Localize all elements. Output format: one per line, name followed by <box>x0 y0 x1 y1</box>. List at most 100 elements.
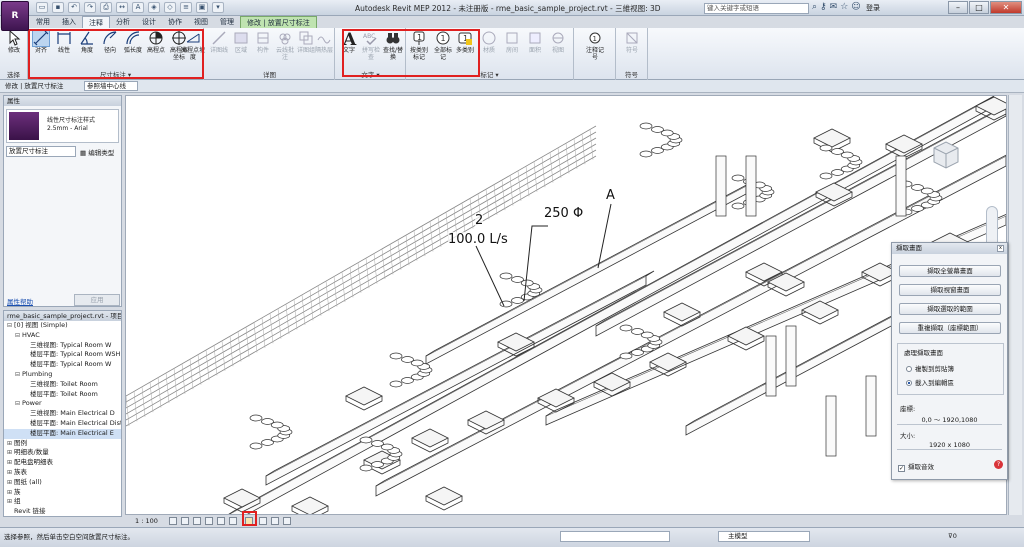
tab-home[interactable]: 常用 <box>30 16 56 28</box>
repeat-capture-button[interactable]: 重複擷取（座標範圍） <box>899 322 1001 334</box>
radio-load-editor[interactable]: 載入到編輯區 <box>906 377 954 387</box>
instance-filter-select[interactable]: 放置尺寸标注 <box>6 146 76 157</box>
tree-item[interactable]: 楼层平面: Toilet Room <box>4 390 121 400</box>
tree-item[interactable]: ⊟ HVAC <box>4 331 121 341</box>
tree-item[interactable]: ⊞ 组 <box>4 497 121 507</box>
tree-item[interactable]: ⊞ 图例 <box>4 439 121 449</box>
design-option-selector[interactable]: 主模型 <box>718 531 810 542</box>
component-button[interactable]: 构件 <box>252 30 274 54</box>
analysis-display-icon[interactable] <box>271 517 279 525</box>
tree-toggle-icon[interactable]: ⊟ <box>15 370 22 380</box>
visual-style-icon[interactable] <box>181 517 189 525</box>
maximize-button[interactable]: □ <box>969 1 989 14</box>
tree-toggle-icon[interactable]: ⊞ <box>7 458 14 468</box>
tree-toggle-icon[interactable]: ⊞ <box>7 497 14 507</box>
communication-icon[interactable]: ✉ <box>830 2 838 13</box>
tree-toggle-icon[interactable]: ⊞ <box>7 439 14 449</box>
tree-item[interactable]: 三维视图: Toilet Room <box>4 380 121 390</box>
close-button[interactable]: ✕ <box>990 1 1022 14</box>
properties-help-link[interactable]: 属性帮助 <box>7 296 33 306</box>
redo-icon[interactable]: ↷ <box>84 2 96 13</box>
tree-item[interactable]: ⊟ Plumbing <box>4 370 121 380</box>
capture-full-screen-button[interactable]: 擷取全螢幕畫面 <box>899 265 1001 277</box>
3d-view-canvas[interactable]: 2 100.0 L/s 250 Φ A <box>125 95 1007 515</box>
tab-manage[interactable]: 管理 <box>214 16 240 28</box>
minimize-button[interactable]: – <box>948 1 968 14</box>
area-tag-button[interactable]: 面积 <box>524 30 546 54</box>
tree-item[interactable]: ⊞ 明细表/数量 <box>4 448 121 458</box>
workset-selector[interactable] <box>560 531 670 542</box>
tree-item[interactable]: 三维视图: Typical Room W <box>4 341 121 351</box>
view-reference-button[interactable]: 视图 <box>547 30 569 54</box>
tab-collaborate[interactable]: 协作 <box>162 16 188 28</box>
application-menu-button[interactable]: R <box>1 1 29 31</box>
view-scale[interactable]: 1 : 100 <box>135 516 158 527</box>
tag-icon[interactable]: A <box>132 2 144 13</box>
shadows-icon[interactable] <box>205 517 213 525</box>
tree-item[interactable]: ⊞ 图纸 (all) <box>4 478 121 488</box>
measure-icon[interactable]: ↔ <box>116 2 128 13</box>
tree-toggle-icon[interactable]: ⊟ <box>7 321 14 331</box>
capture-sound-checkbox[interactable]: ✓ 擷取音效 <box>898 461 934 472</box>
region-button[interactable]: 区域 <box>230 30 252 54</box>
tree-item[interactable]: ⊟ [0] 视图 (Simple) <box>4 321 121 331</box>
revision-cloud-button[interactable]: 云线批注 <box>274 30 296 61</box>
search-icon[interactable]: ⌕ <box>812 2 817 13</box>
tree-item[interactable]: 楼层平面: Typical Room W <box>4 360 121 370</box>
close-hidden-icon[interactable]: ▣ <box>196 2 208 13</box>
tree-item[interactable]: 楼层平面: Main Electrical E <box>4 428 121 439</box>
vertical-scrollbar[interactable] <box>1008 95 1022 515</box>
reference-select[interactable]: 参照墙中心线 <box>84 81 138 91</box>
tree-item[interactable]: ⊞ 配电盘明细表 <box>4 458 121 468</box>
room-tag-button[interactable]: 房间 <box>501 30 523 54</box>
tree-item[interactable]: ⊞ 族 <box>4 488 121 498</box>
tree-item[interactable]: ⊞ 族表 <box>4 468 121 478</box>
save-icon[interactable]: ▪ <box>52 2 64 13</box>
tree-item[interactable]: 楼层平面: Typical Room WSHI <box>4 350 121 360</box>
section-icon[interactable]: ◇ <box>164 2 176 13</box>
tab-modify-place-dimension[interactable]: 修改 | 放置尺寸标注 <box>240 16 317 28</box>
show-crop-icon[interactable] <box>229 517 237 525</box>
tab-annotate[interactable]: 注释 <box>82 16 110 28</box>
modify-button[interactable]: 修改 <box>3 30 25 54</box>
detail-line-button[interactable]: 详图线 <box>208 30 230 54</box>
open-icon[interactable]: ▭ <box>36 2 48 13</box>
login-link[interactable]: 登录 <box>866 3 880 13</box>
sun-path-icon[interactable] <box>193 517 201 525</box>
tree-item[interactable]: 三维视图: Main Electrical D <box>4 409 121 419</box>
help-icon[interactable]: ? <box>994 460 1003 469</box>
undo-icon[interactable]: ↶ <box>68 2 80 13</box>
user-icon[interactable]: ☺ <box>851 2 860 13</box>
switch-windows-icon[interactable]: ▾ <box>212 2 224 13</box>
tree-toggle-icon[interactable]: ⊞ <box>7 448 14 458</box>
tree-item[interactable]: ⊟ Power <box>4 399 121 409</box>
print-icon[interactable]: ⎙ <box>100 2 112 13</box>
3d-view-icon[interactable]: ◈ <box>148 2 160 13</box>
material-tag-button[interactable]: 材质 <box>478 30 500 54</box>
tab-insert[interactable]: 插入 <box>56 16 82 28</box>
detail-level-icon[interactable] <box>169 517 177 525</box>
type-selector[interactable]: 线性尺寸标注样式 2.5mm - Arial <box>6 109 119 143</box>
thin-lines-icon[interactable]: ≡ <box>180 2 192 13</box>
filter-count[interactable]: ⊽0 <box>948 532 957 540</box>
crop-view-icon[interactable] <box>217 517 225 525</box>
tree-toggle-icon[interactable]: ⊞ <box>7 468 14 478</box>
tree-toggle-icon[interactable]: ⊞ <box>7 478 14 488</box>
favorites-icon[interactable]: ☆ <box>840 2 848 13</box>
symbol-button[interactable]: 符号 <box>621 30 643 54</box>
keynote-button[interactable]: 1 注释记号 <box>584 30 606 61</box>
help-search-input[interactable]: 键入关键字或短语 <box>704 3 809 14</box>
subscription-icon[interactable]: ⚷ <box>820 2 827 13</box>
viewcube-icon[interactable] <box>926 136 966 172</box>
apply-button[interactable]: 应用 <box>74 294 120 306</box>
tab-design[interactable]: 设计 <box>136 16 162 28</box>
capture-region-button[interactable]: 擷取選取的範圍 <box>899 303 1001 315</box>
reveal-hidden-icon[interactable] <box>259 517 267 525</box>
tree-toggle-icon[interactable]: ⊟ <box>15 399 22 409</box>
tree-toggle-icon[interactable]: ⊟ <box>15 331 22 341</box>
tab-view[interactable]: 视图 <box>188 16 214 28</box>
insulation-button[interactable]: 隔热层 <box>313 30 335 54</box>
tab-analyze[interactable]: 分析 <box>110 16 136 28</box>
tree-item[interactable]: 楼层平面: Main Electrical Distr <box>4 419 121 429</box>
radio-copy-clipboard[interactable]: 複製到剪貼簿 <box>906 363 954 373</box>
